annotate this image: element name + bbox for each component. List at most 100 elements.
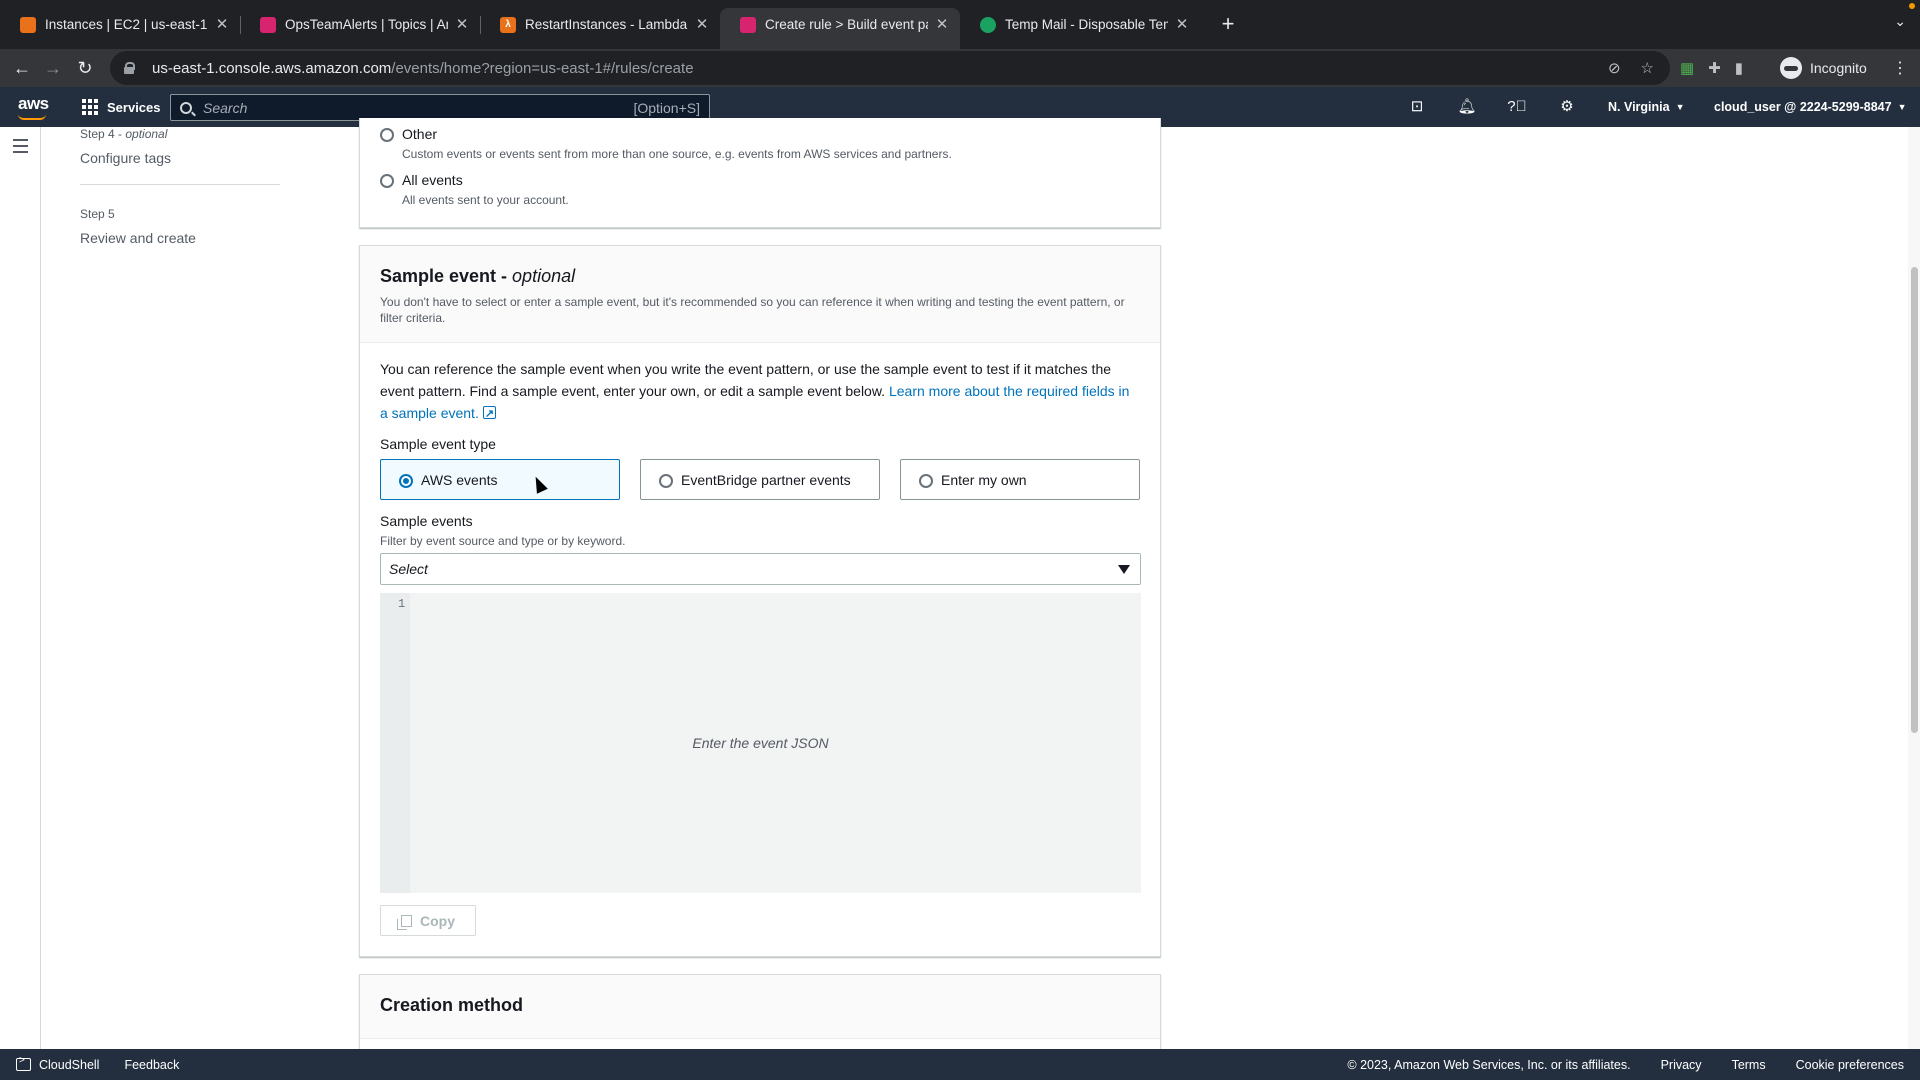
console-search-input[interactable]: Search [Option+S] (170, 94, 710, 121)
step-configure-tags[interactable]: Configure tags (80, 150, 280, 166)
profile-button[interactable]: Incognito (1780, 53, 1867, 83)
tile-partner-events-label: EventBridge partner events (681, 471, 851, 488)
browser-tab[interactable]: OpsTeamAlerts | Topics | Ama ✕ (240, 8, 480, 41)
region-selector[interactable]: N. Virginia ▼ (1608, 87, 1685, 127)
side-rail (0, 127, 41, 1049)
sample-event-optional: optional (512, 266, 576, 286)
extension-icon[interactable]: ▦ (1680, 59, 1694, 77)
radio-all-events-description: All events sent to your account. (402, 193, 569, 207)
notifications-bell-icon[interactable]: 🔔︎ (1456, 96, 1478, 118)
tile-aws-events[interactable]: AWS events (380, 459, 620, 500)
copy-button[interactable]: Copy (380, 905, 476, 936)
url-text: us-east-1.console.aws.amazon.com/events/… (152, 60, 694, 77)
radio-button[interactable] (659, 473, 673, 488)
wizard-steps: Step 4 - optional Configure tags Step 5 … (80, 127, 280, 246)
console-footer: CloudShell Feedback © 2023, Amazon Web S… (0, 1049, 1920, 1080)
help-icon[interactable]: ?⃝ (1506, 96, 1528, 118)
extension-icons: ▦ ✚ ▮ (1680, 49, 1743, 87)
tile-aws-events-label: AWS events (421, 471, 498, 488)
sample-event-panel: Sample event - optional You don't have t… (359, 245, 1161, 957)
sample-event-header: Sample event - optional You don't have t… (360, 246, 1160, 343)
tab-title: OpsTeamAlerts | Topics | Ama (285, 17, 448, 32)
nav-icon-group: ⊡ 🔔︎ ?⃝ ⚙ (1406, 87, 1578, 127)
radio-other[interactable]: Other Custom events or events sent from … (380, 126, 952, 161)
external-link-icon[interactable] (482, 403, 496, 425)
tab-title: Temp Mail - Disposable Tempo (1005, 17, 1168, 32)
step-review-and-create[interactable]: Review and create (80, 230, 280, 246)
aws-logo-text: aws (18, 94, 49, 113)
profile-label: Incognito (1810, 60, 1867, 76)
close-tab-icon[interactable]: ✕ (454, 16, 470, 33)
dropdown-triangle-icon (1118, 565, 1130, 574)
browser-tab-active[interactable]: Create rule > Build event patte ✕ (720, 8, 960, 49)
event-source-panel: Other Custom events or events sent from … (359, 118, 1161, 228)
reload-icon[interactable]: ↻ (71, 54, 99, 82)
tab-search-chevron-icon[interactable]: ⌄ (1894, 13, 1906, 30)
step-4-label: Step 4 - optional (80, 127, 280, 141)
radio-all-events[interactable]: All events All events sent to your accou… (380, 172, 569, 207)
browser-toolbar: ← → ↻ us-east-1.console.aws.amazon.com/e… (0, 49, 1920, 87)
step-4-optional: optional (125, 127, 168, 141)
settings-gear-icon[interactable]: ⚙ (1556, 96, 1578, 118)
browser-tab-strip: Instances | EC2 | us-east-1 ✕ OpsTeamAle… (0, 0, 1920, 49)
ec2-favicon-icon (20, 16, 36, 33)
radio-all-events-title: All events (402, 172, 463, 188)
close-tab-icon[interactable]: ✕ (694, 16, 710, 33)
browser-menu-icon[interactable]: ⋮ (1892, 58, 1908, 78)
footer-left: CloudShell Feedback (16, 1049, 179, 1080)
address-bar[interactable]: us-east-1.console.aws.amazon.com/events/… (110, 51, 1670, 85)
side-panel-icon[interactable]: ▮ (1735, 59, 1743, 77)
sample-event-type-label: Sample event type (380, 436, 496, 452)
privacy-link[interactable]: Privacy (1661, 1058, 1702, 1072)
sns-favicon-icon (260, 16, 276, 33)
puzzle-icon[interactable]: ✚ (1708, 59, 1721, 77)
new-tab-button[interactable]: + (1214, 10, 1242, 38)
close-tab-icon[interactable]: ✕ (934, 16, 950, 33)
eventbridge-favicon-icon (740, 16, 756, 33)
cookie-preferences-link[interactable]: Cookie preferences (1796, 1058, 1904, 1072)
forward-arrow-icon[interactable]: → (39, 54, 67, 82)
back-arrow-icon[interactable]: ← (8, 54, 36, 82)
menu-hamburger-icon[interactable] (13, 139, 28, 157)
terms-link[interactable]: Terms (1732, 1058, 1766, 1072)
caret-down-icon: ▼ (1675, 102, 1685, 112)
account-menu[interactable]: cloud_user @ 2224-5299-8847 ▼ (1714, 87, 1907, 127)
cloudshell-terminal-icon[interactable] (16, 1055, 31, 1071)
aws-logo[interactable]: aws (18, 94, 49, 120)
search-icon (180, 101, 192, 114)
lock-icon (124, 62, 135, 74)
feedback-link[interactable]: Feedback (124, 1058, 179, 1072)
radio-other-description: Custom events or events sent from more t… (402, 147, 952, 161)
grid-icon (82, 99, 98, 115)
radio-button[interactable] (380, 174, 394, 188)
account-label: cloud_user @ 2224-5299-8847 (1714, 100, 1892, 114)
editor-placeholder: Enter the event JSON (692, 735, 829, 751)
tile-enter-my-own[interactable]: Enter my own (900, 459, 1140, 500)
select-placeholder: Select (389, 561, 428, 577)
radio-other-title: Other (402, 126, 438, 142)
sample-event-title: Sample event - optional (380, 266, 1140, 287)
sample-event-description: You don't have to select or enter a samp… (380, 295, 1125, 325)
browser-tab[interactable]: Instances | EC2 | us-east-1 ✕ (0, 8, 240, 41)
close-tab-icon[interactable]: ✕ (1174, 16, 1190, 33)
radio-button-selected[interactable] (399, 473, 413, 488)
radio-button[interactable] (380, 128, 394, 142)
close-tab-icon[interactable]: ✕ (214, 16, 230, 33)
sample-events-hint: Filter by event source and type or by ke… (380, 534, 626, 548)
step-5-label: Step 5 (80, 207, 115, 221)
event-json-editor[interactable]: 1 Enter the event JSON (380, 593, 1141, 893)
radio-button[interactable] (919, 473, 933, 488)
incognito-icon (1780, 57, 1802, 79)
cloudshell-link[interactable]: CloudShell (39, 1058, 99, 1072)
scrollbar-thumb[interactable] (1911, 267, 1918, 733)
tile-eventbridge-partner-events[interactable]: EventBridge partner events (640, 459, 880, 500)
sample-events-select[interactable]: Select (380, 553, 1141, 585)
eye-slash-icon[interactable]: ⊘ (1608, 59, 1621, 77)
browser-tab[interactable]: Temp Mail - Disposable Tempo ✕ (960, 8, 1200, 41)
bookmark-star-icon[interactable]: ☆ (1641, 59, 1654, 77)
cloudshell-icon[interactable]: ⊡ (1406, 96, 1428, 118)
services-menu[interactable]: Services (82, 87, 161, 127)
tile-enter-my-own-label: Enter my own (941, 471, 1027, 488)
browser-tab[interactable]: λ RestartInstances - Lambda ✕ (480, 8, 720, 41)
address-bar-actions: ⊘ ☆ (1608, 51, 1654, 85)
